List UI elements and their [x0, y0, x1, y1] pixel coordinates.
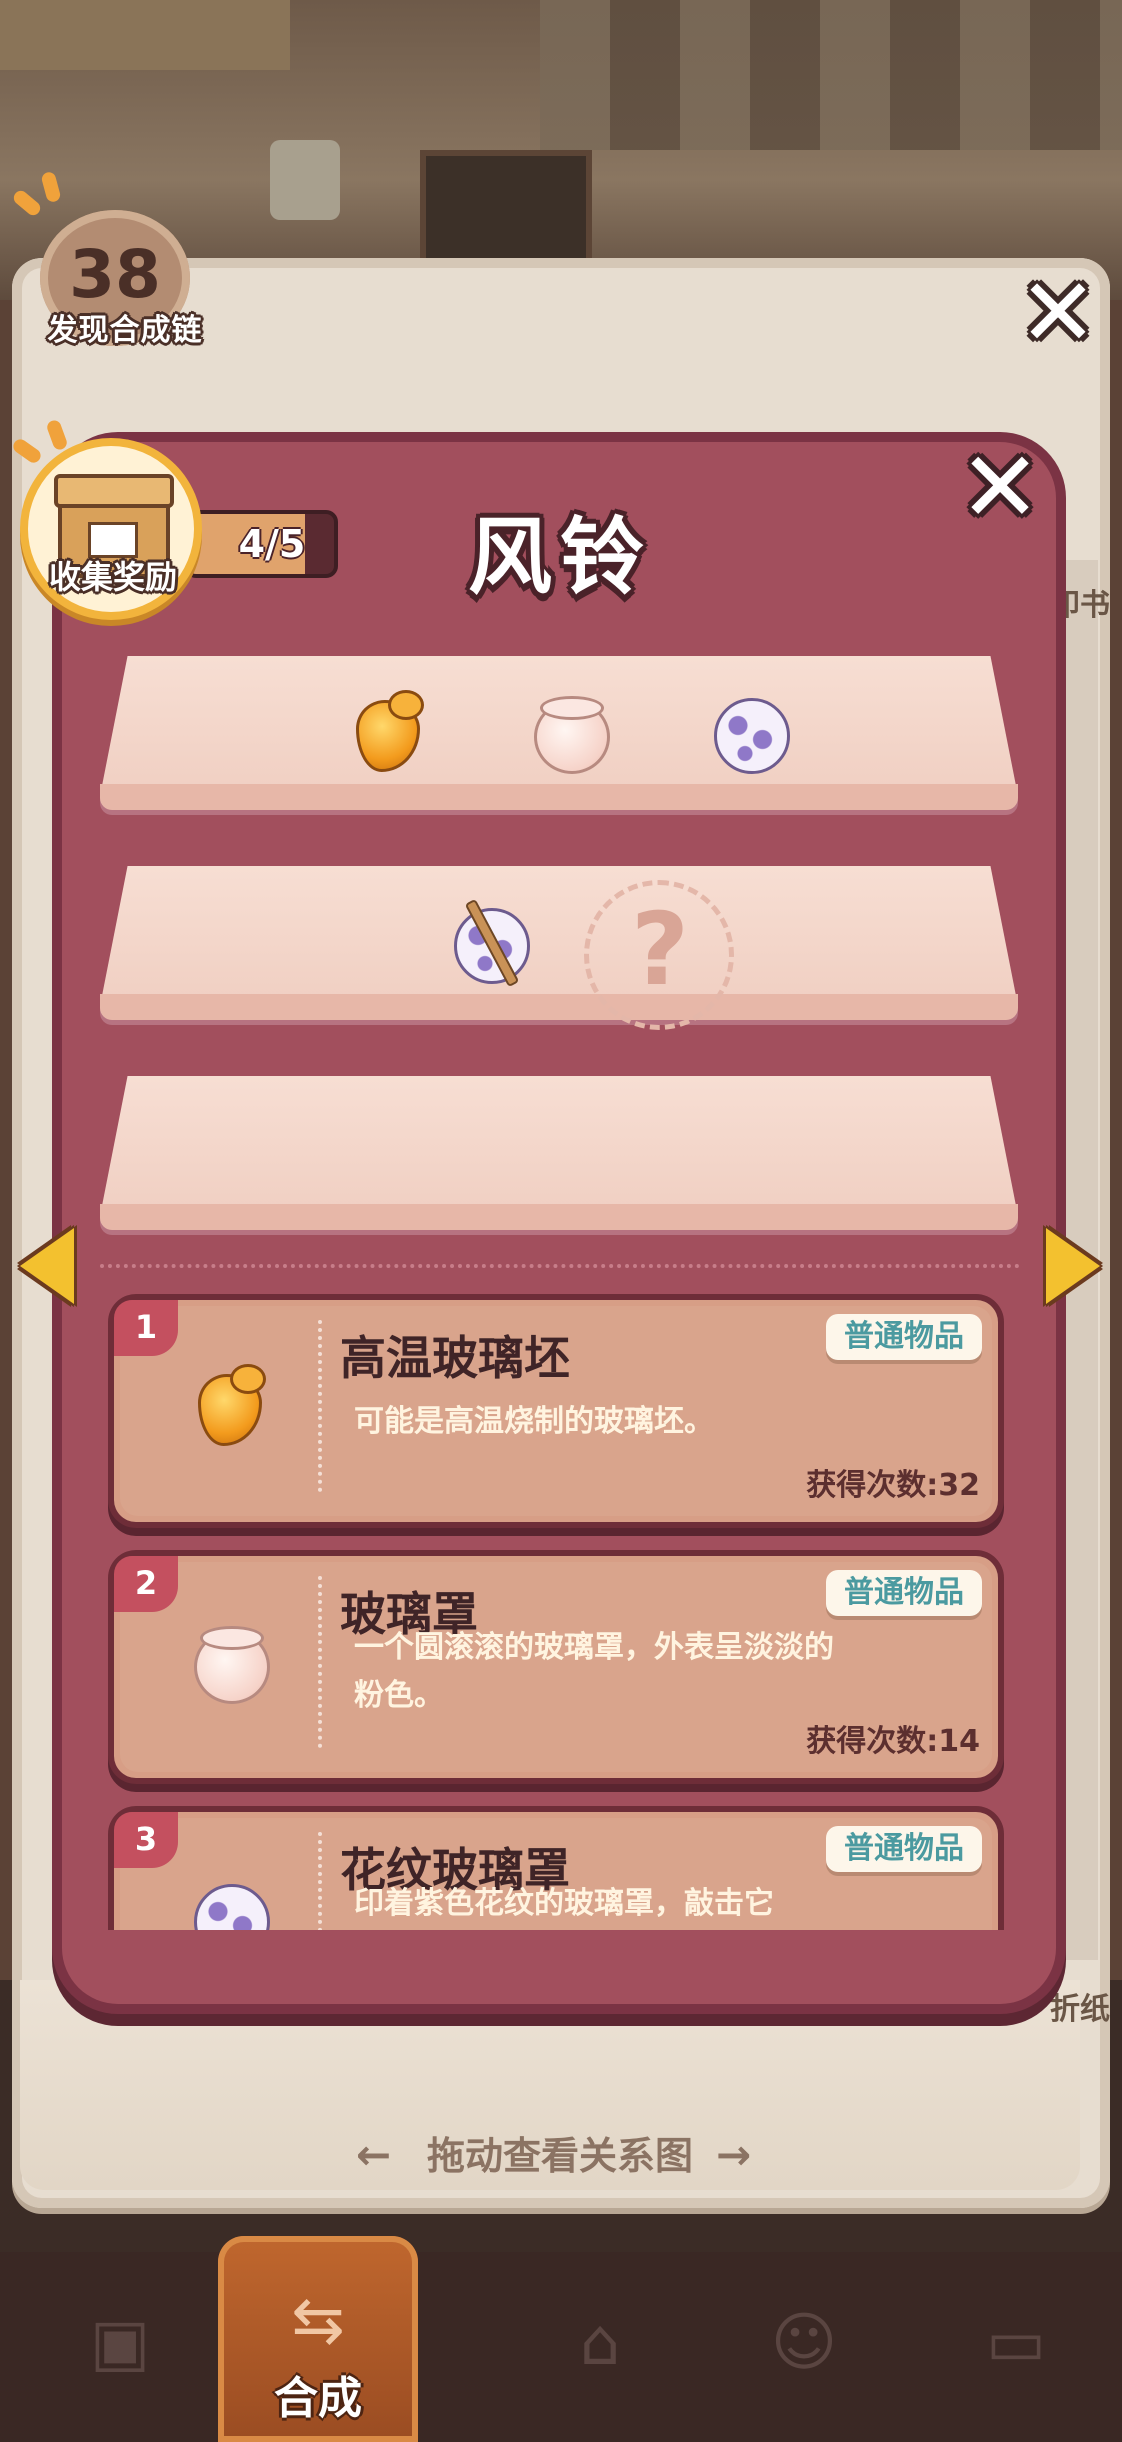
chain-counter-badge: 38 发现合成链 — [11, 170, 202, 360]
item-card[interactable]: 1 高温玻璃坯 普通物品 可能是高温烧制的玻璃坯。 获得次数:32 — [114, 1300, 998, 1522]
item-card[interactable]: 3 花纹玻璃罩 普通物品 印着紫色花纹的玻璃罩，敲击它 — [114, 1812, 998, 1930]
shelf-items: ? — [100, 880, 1018, 1030]
item-index-badge: 2 — [114, 1556, 178, 1612]
shelf-row-1 — [100, 656, 1018, 814]
obtained-count-label: 获得次数: — [806, 1468, 939, 1503]
service-bell-icon: ⌂ — [579, 2306, 621, 2380]
chain-count: 38 — [69, 236, 161, 313]
previous-chain-arrow-icon[interactable] — [20, 1228, 74, 1304]
side-peek-label-b: 折纸 — [1050, 1992, 1110, 2027]
rarity-badge: 普通物品 — [826, 1826, 982, 1872]
rarity-badge: 普通物品 — [826, 1570, 982, 1616]
shop-window — [420, 150, 592, 272]
street-sign — [270, 140, 340, 220]
shelf-front — [100, 784, 1018, 810]
collection-reward-button[interactable]: 收集奖励 — [10, 418, 198, 616]
pink-glass-jar-icon — [184, 1616, 276, 1708]
item-description: 可能是高温烧制的玻璃坯。 — [354, 1404, 714, 1439]
shop-sign-background — [0, 0, 290, 70]
shelf-row-2: ? — [100, 866, 1018, 1030]
pink-glass-jar-icon[interactable] — [524, 686, 616, 778]
item-name: 高温玻璃坯 — [340, 1331, 570, 1385]
merge-icon: ⇆ — [291, 2284, 345, 2358]
item-description: 一个圆滚滚的玻璃罩，外表呈淡淡的粉色。 — [354, 1630, 834, 1713]
collection-progress-text: 4/5 — [238, 522, 306, 566]
bus-icon: ▭ — [985, 2306, 1047, 2380]
rarity-badge: 普通物品 — [826, 1314, 982, 1360]
floral-glass-jar-icon[interactable] — [704, 686, 796, 778]
next-chain-arrow-icon[interactable] — [1046, 1228, 1100, 1304]
shelf-row-3 — [100, 1076, 1018, 1234]
arrow-right-icon: → — [716, 2130, 752, 2179]
obtained-count-value: 32 — [938, 1468, 980, 1503]
shop-awning — [540, 0, 1122, 150]
floral-glass-jar-icon — [184, 1872, 276, 1930]
chain-count-label: 发现合成链 — [47, 313, 203, 348]
obtained-count-value: 14 — [938, 1724, 980, 1759]
nav-merge[interactable]: ⇆ 合成 — [218, 2236, 418, 2442]
reward-label: 收集奖励 — [48, 558, 177, 596]
card-divider — [318, 1320, 322, 1492]
item-card[interactable]: 2 玻璃罩 普通物品 一个圆滚滚的玻璃罩，外表呈淡淡的粉色。 获得次数:14 — [114, 1556, 998, 1778]
item-index-badge: 3 — [114, 1812, 178, 1868]
obtained-count: 获得次数:32 — [806, 1460, 980, 1504]
nav-bus[interactable]: ▭ — [916, 2268, 1116, 2438]
item-description: 印着紫色花纹的玻璃罩，敲击它 — [354, 1886, 774, 1921]
drag-hint-text: 拖动查看关系图 — [426, 2134, 693, 2178]
orange-glass-blob-icon — [184, 1360, 276, 1452]
nav-backpack[interactable]: ▣ — [20, 2268, 220, 2438]
card-divider — [318, 1576, 322, 1748]
item-index-badge: 1 — [114, 1300, 178, 1356]
worker-icon: ☺ — [770, 2306, 838, 2380]
nav-merge-label: 合成 — [274, 2373, 362, 2424]
collection-progress-bar: 4/5 — [184, 510, 338, 578]
close-panel-button[interactable]: ✕ — [1010, 267, 1106, 364]
floral-jar-with-stick-icon[interactable] — [444, 896, 536, 988]
orange-glass-blob-icon[interactable] — [342, 686, 434, 778]
shelf-items — [100, 686, 1018, 776]
section-divider — [100, 1264, 1020, 1268]
obtained-count-label: 获得次数: — [806, 1724, 939, 1759]
nav-worker[interactable]: ☺ — [704, 2268, 904, 2438]
nav-service[interactable]: ⌂ — [500, 2268, 700, 2438]
side-peek-label-a: 印书 — [1050, 588, 1110, 623]
shelf-front — [100, 1204, 1018, 1230]
dialog-title: 风铃 — [467, 508, 652, 606]
item-card-list[interactable]: 1 高温玻璃坯 普通物品 可能是高温烧制的玻璃坯。 获得次数:32 2 玻璃罩 … — [100, 1290, 1020, 1930]
question-mark-icon: ? — [630, 891, 689, 1008]
shelf-front — [100, 994, 1018, 1020]
shelf-top — [100, 1076, 1018, 1216]
reward-box-lid — [54, 474, 174, 508]
close-dialog-button[interactable]: ✕ — [950, 439, 1050, 540]
backpack-icon: ▣ — [89, 2306, 151, 2380]
card-divider — [318, 1832, 322, 1930]
obtained-count: 获得次数:14 — [806, 1716, 980, 1760]
